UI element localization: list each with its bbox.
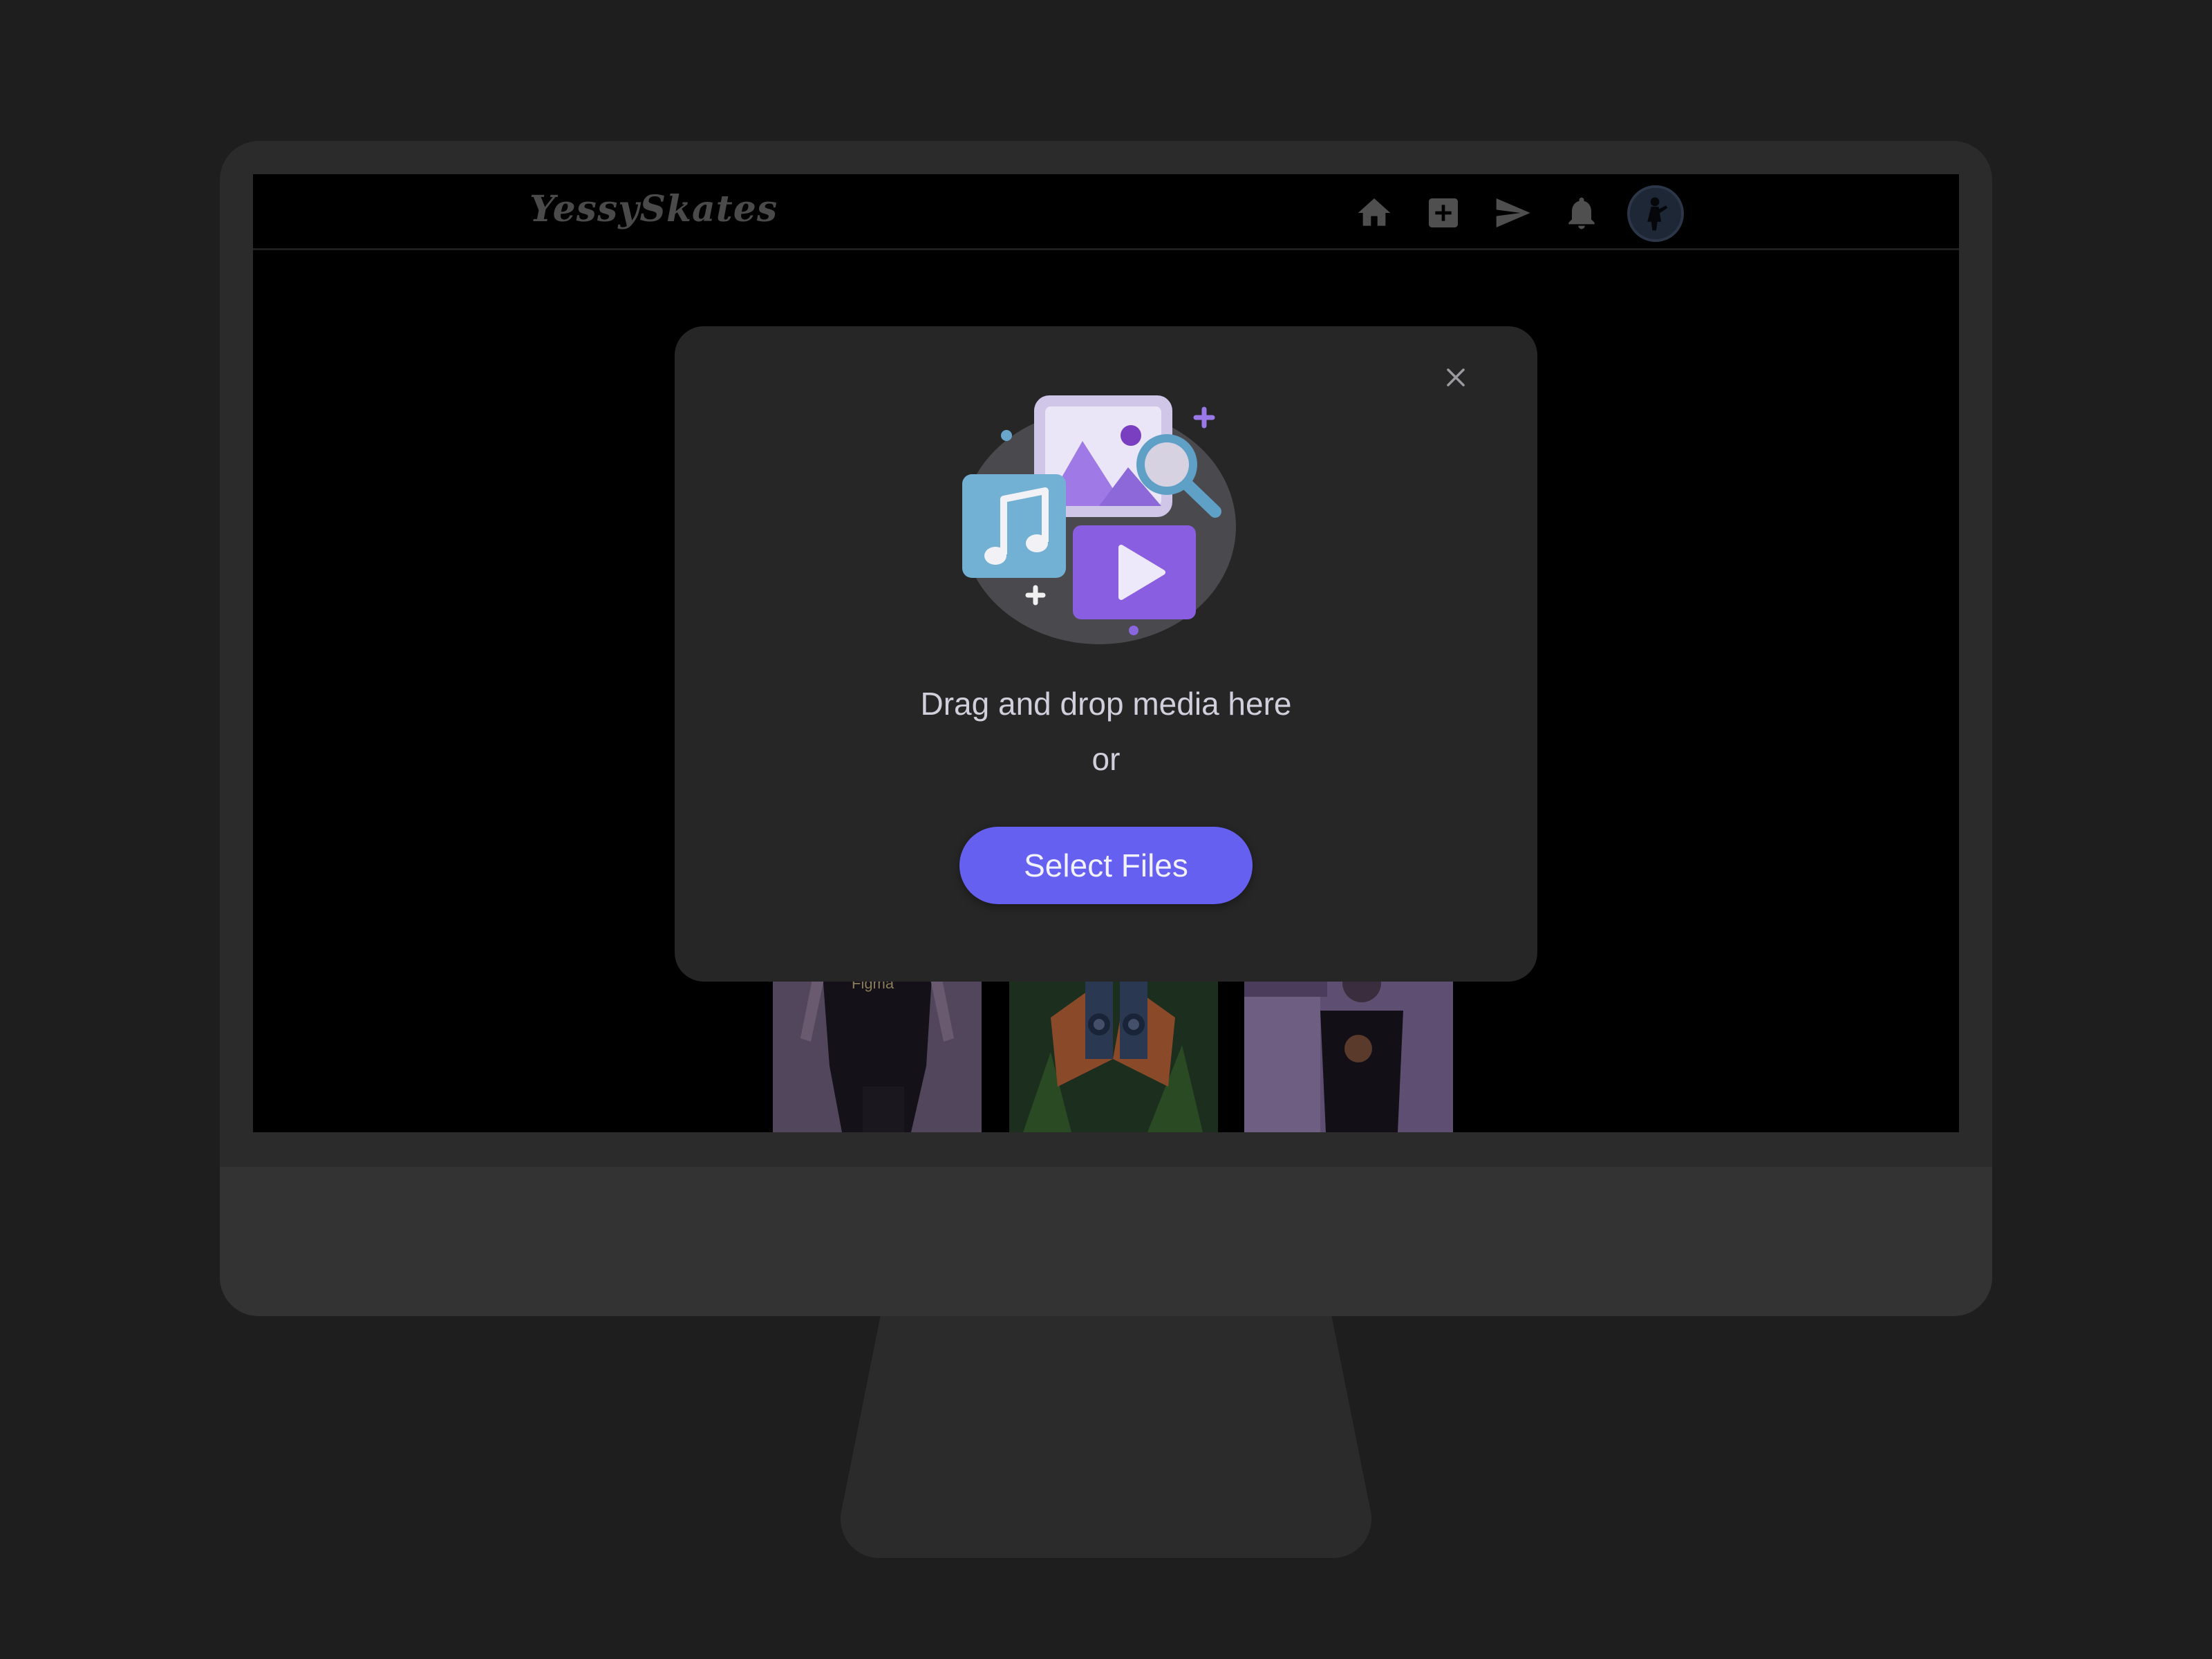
thumbnail-3-image	[1244, 955, 1453, 1132]
scene: Figma YessySkates Drag and drop media he…	[0, 0, 2212, 1659]
avatar-image	[1630, 188, 1681, 239]
drag-drop-prompt: Drag and drop media here	[920, 686, 1292, 722]
media-upload-illustration	[961, 395, 1251, 644]
upload-media-modal: Drag and drop media here or Select Files	[675, 326, 1537, 982]
post-thumbnail-1[interactable]: Figma	[773, 955, 982, 1132]
post-thumbnail-2[interactable]	[1009, 955, 1218, 1132]
monitor-chin	[220, 1167, 1992, 1316]
top-navbar: YessySkates	[253, 174, 1959, 250]
user-avatar[interactable]	[1627, 185, 1684, 242]
send-icon[interactable]	[1492, 192, 1533, 234]
add-post-icon[interactable]	[1423, 192, 1464, 234]
monitor-stand	[841, 1315, 1371, 1558]
app-logo[interactable]: YessySkates	[529, 188, 778, 230]
post-thumbnail-3[interactable]	[1244, 955, 1453, 1132]
select-files-button[interactable]: Select Files	[959, 827, 1253, 904]
close-icon[interactable]	[1436, 358, 1475, 397]
or-separator: or	[1091, 741, 1121, 777]
home-icon[interactable]	[1353, 192, 1395, 234]
notifications-icon[interactable]	[1561, 192, 1602, 234]
thumbnail-2-image	[1009, 955, 1218, 1132]
